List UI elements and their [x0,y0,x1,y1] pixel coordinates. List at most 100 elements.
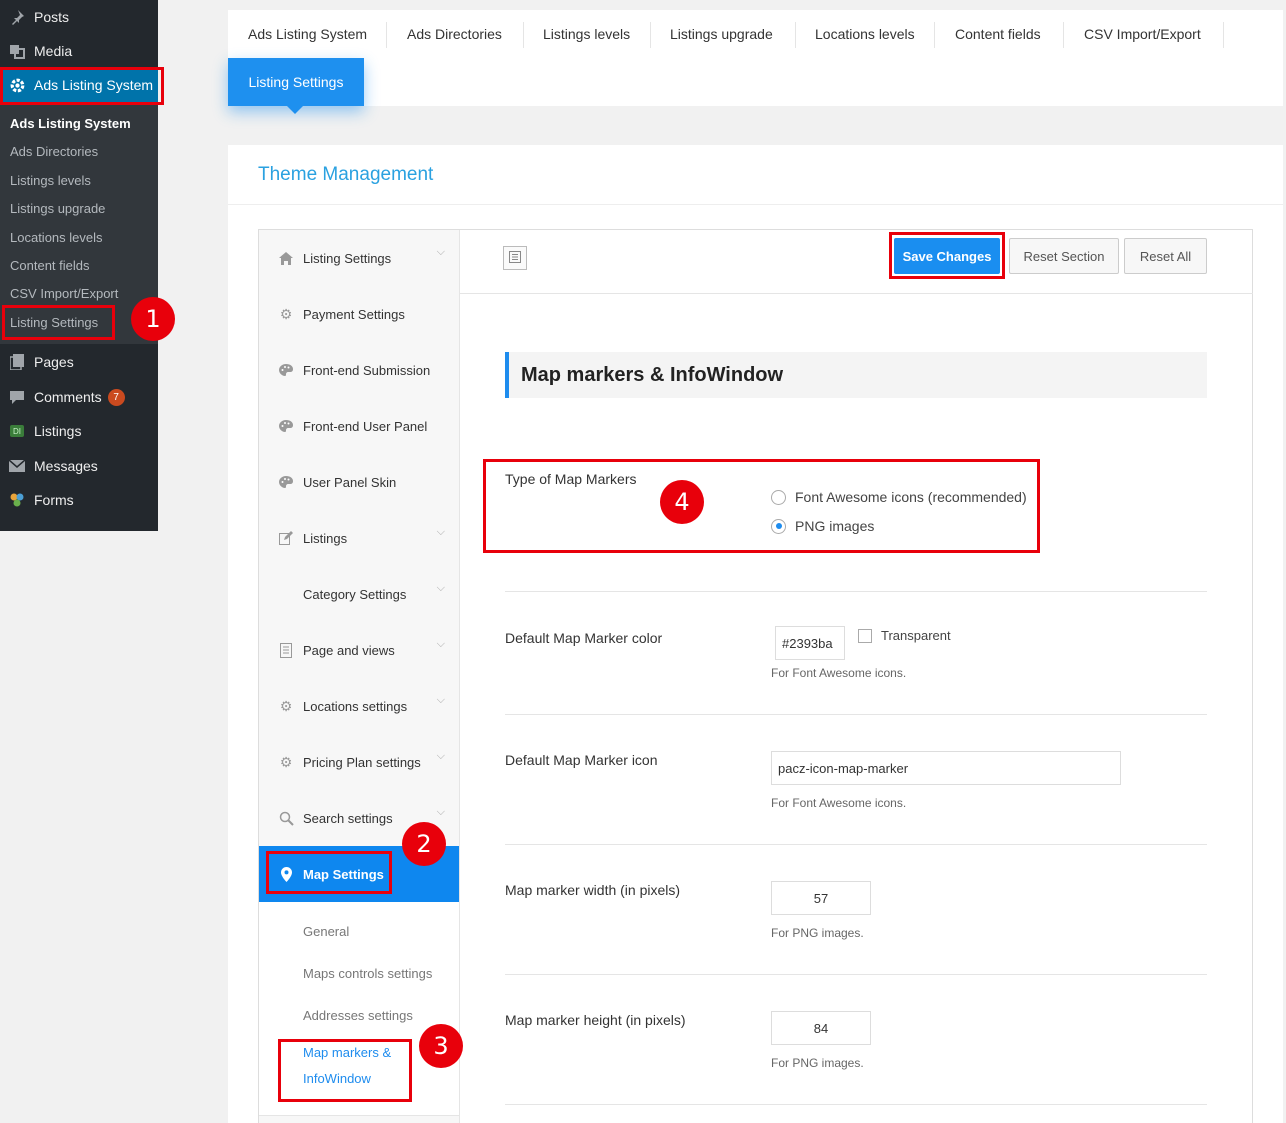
lm-listings[interactable]: Listings ⌵ [259,510,459,566]
radio-circle-selected[interactable] [771,518,786,534]
save-changes-button[interactable]: Save Changes [894,238,1000,274]
submenu-ads-directories[interactable]: Ads Directories [0,137,158,165]
menu-posts[interactable]: Posts [0,0,158,34]
checkbox-box[interactable] [858,628,872,643]
marker-color-help: For Font Awesome icons. [771,666,907,680]
menu-forms[interactable]: Forms [0,483,158,517]
row-divider [505,714,1207,715]
theme-management-panel: Theme Management Listing Settings ⌵ ⚙ Pa… [228,145,1283,1123]
step-number-3: 3 [419,1024,463,1068]
pages-icon [8,353,26,371]
pin-icon [8,8,26,26]
chevron-down-icon: ⌵ [436,750,445,762]
expand-icon [509,250,521,266]
marker-width-label: Map marker width (in pixels) [505,882,681,898]
page-icon [277,642,295,658]
lm-front-end-submission[interactable]: Front-end Submission [259,342,459,398]
tab-divider [386,22,387,48]
tab-listing-settings[interactable]: Listing Settings [228,58,364,106]
marker-height-input[interactable]: 84 [771,1011,871,1045]
gear-icon [8,76,26,94]
chevron-down-icon: ⌵ [436,806,445,818]
marker-height-label: Map marker height (in pixels) [505,1012,686,1028]
chevron-down-icon: ⌵ [436,694,445,706]
submenu-ads-listing-system[interactable]: Ads Listing System [0,109,158,137]
options-toolbar: Save Changes Reset Section Reset All [460,230,1253,294]
listings-icon: DI [8,422,26,440]
marker-height-help: For PNG images. [771,1056,864,1070]
menu-comments[interactable]: Comments 7 [0,380,158,414]
menu-pages[interactable]: Pages [0,345,158,379]
palette-icon [277,420,295,432]
reset-all-button[interactable]: Reset All [1124,238,1207,274]
tab-csv-import-export[interactable]: CSV Import/Export [1084,20,1201,48]
panel-title: Theme Management [228,145,1283,205]
transparent-checkbox[interactable]: Transparent [858,628,951,643]
menu-ads-listing-system[interactable]: Ads Listing System [0,68,158,102]
gear-icon: ⚙ [279,697,293,714]
marker-color-input[interactable]: #2393ba [775,626,845,660]
menu-listings[interactable]: DI Listings [0,414,158,448]
submenu-csv-import-export[interactable]: CSV Import/Export [0,279,158,307]
comment-icon [8,388,26,406]
tab-locations-levels[interactable]: Locations levels [815,20,915,48]
radio-font-awesome[interactable]: Font Awesome icons (recommended) [771,489,1027,505]
marker-width-input[interactable]: 57 [771,881,871,915]
palette-icon [277,476,295,488]
active-tab-pointer [287,106,303,114]
wp-admin-sidebar: Posts Media Ads Listing System Ads Listi… [0,0,158,531]
step-number-2: 2 [402,822,446,866]
lm-front-end-user-panel[interactable]: Front-end User Panel [259,398,459,454]
menu-messages[interactable]: Messages [0,449,158,483]
submenu-content-fields[interactable]: Content fields [0,251,158,279]
top-tab-bar: Ads Listing System Ads Directories Listi… [228,10,1283,114]
tab-divider [650,22,651,48]
menu-media[interactable]: Media [0,34,158,68]
marker-icon-help: For Font Awesome icons. [771,796,907,810]
radio-png-images[interactable]: PNG images [771,518,874,534]
lm-category-settings[interactable]: Category Settings ⌵ [259,566,459,622]
lm-user-panel-skin[interactable]: User Panel Skin [259,454,459,510]
lm-payment-settings[interactable]: ⚙ Payment Settings [259,286,459,342]
options-frame: Listing Settings ⌵ ⚙ Payment Settings Fr… [258,229,1253,1123]
row-divider [505,591,1207,592]
lm-listing-settings[interactable]: Listing Settings ⌵ [259,230,459,286]
tab-content-fields[interactable]: Content fields [955,20,1041,48]
tab-listings-upgrade[interactable]: Listings upgrade [670,20,773,48]
lm-pricing-plan-settings[interactable]: ⚙ Pricing Plan settings ⌵ [259,734,459,790]
edit-icon [277,531,295,545]
tab-listings-levels[interactable]: Listings levels [543,20,630,48]
forms-icon [8,491,26,509]
submenu-listings-levels[interactable]: Listings levels [0,166,158,194]
gear-icon: ⚙ [279,753,293,770]
envelope-icon [8,457,26,475]
lm-locations-settings[interactable]: ⚙ Locations settings ⌵ [259,678,459,734]
lm-sub-general[interactable]: General [259,910,459,952]
gear-icon: ⚙ [279,305,293,322]
chevron-down-icon: ⌵ [436,246,445,258]
row-divider [505,974,1207,975]
chevron-down-icon: ⌵ [436,638,445,650]
section-title: Map markers & InfoWindow [505,352,1207,398]
chevron-down-icon: ⌵ [436,582,445,594]
palette-icon [277,364,295,376]
step-number-1: 1 [131,297,175,341]
marker-icon-input[interactable]: pacz-icon-map-marker [771,751,1121,785]
lm-sub-maps-controls[interactable]: Maps controls settings [259,952,459,994]
tab-divider [1063,22,1064,48]
submenu-locations-levels[interactable]: Locations levels [0,223,158,251]
row-divider [505,1104,1207,1105]
tab-divider [1223,22,1224,48]
radio-circle[interactable] [771,489,786,505]
row-divider [505,844,1207,845]
lm-page-and-views[interactable]: Page and views ⌵ [259,622,459,678]
home-icon [277,251,295,265]
tab-ads-listing-system[interactable]: Ads Listing System [248,20,367,48]
submenu-listings-upgrade[interactable]: Listings upgrade [0,194,158,222]
reset-section-button[interactable]: Reset Section [1009,238,1119,274]
expand-options-button[interactable] [503,246,527,270]
tab-divider [795,22,796,48]
tab-ads-directories[interactable]: Ads Directories [407,20,502,48]
marker-type-label: Type of Map Markers [505,471,637,487]
map-pin-icon [277,866,295,882]
